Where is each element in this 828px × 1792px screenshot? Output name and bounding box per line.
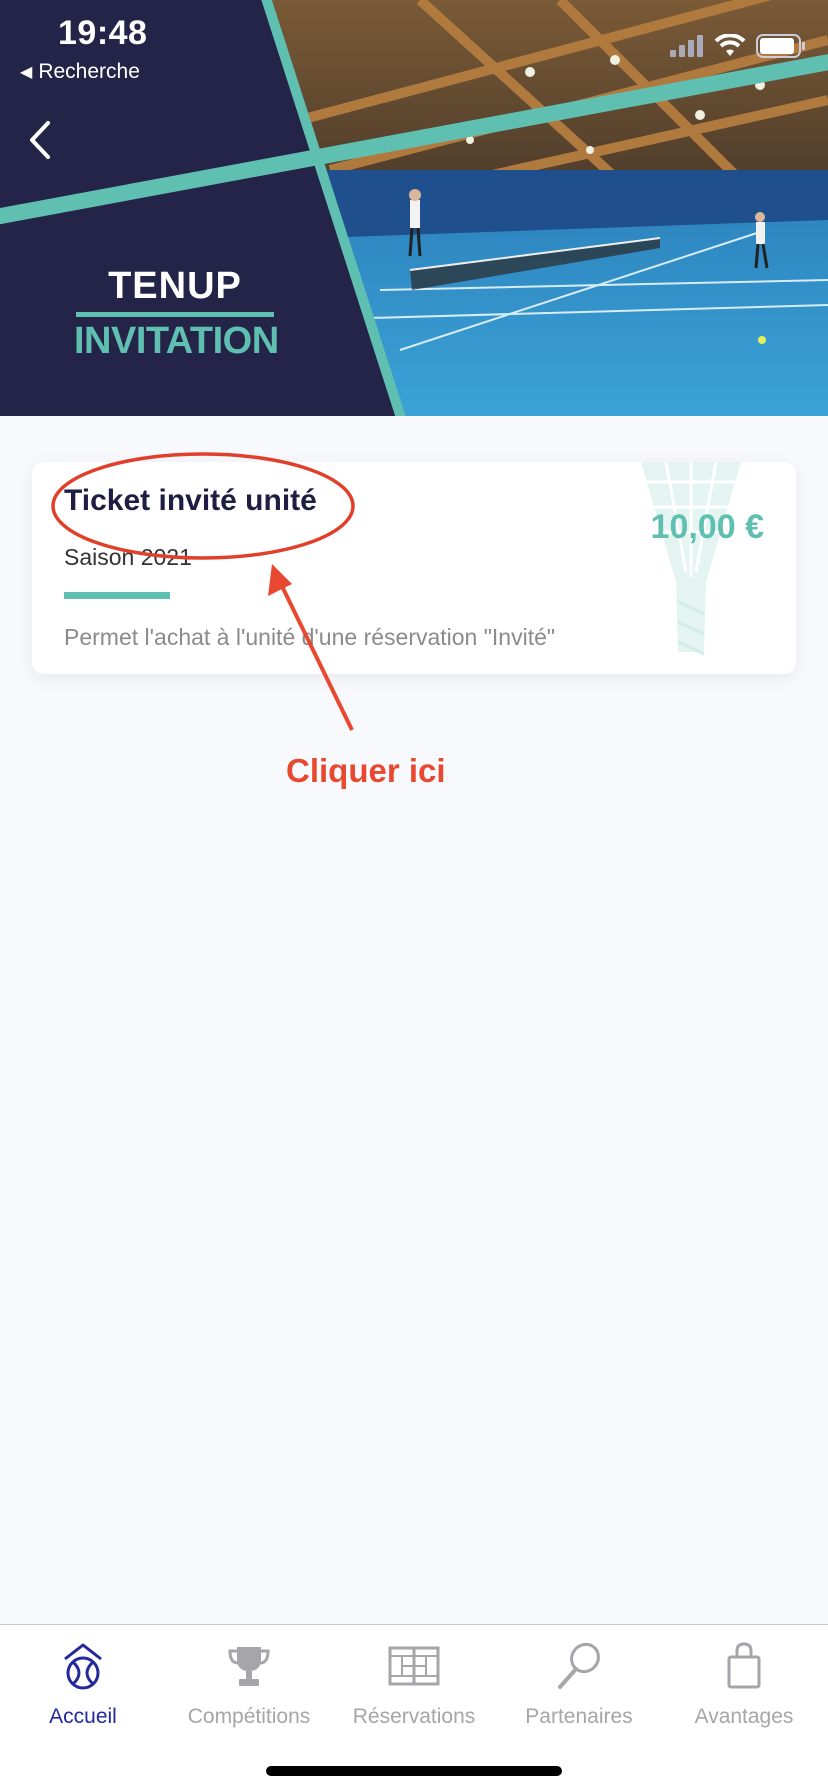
ticket-price: 10,00 € [650, 508, 764, 546]
tab-reservations[interactable]: Réservations [331, 1639, 497, 1739]
tab-partenaires[interactable]: Partenaires [496, 1639, 662, 1739]
racket-icon [558, 1642, 600, 1689]
status-back-label: Recherche [38, 60, 140, 83]
racket-watermark-icon [641, 462, 741, 656]
annotation-label: Cliquer ici [286, 752, 446, 789]
court-grid-icon [388, 1646, 440, 1686]
tenup-invitation-logo: TENUP INVITATION [74, 265, 279, 362]
logo-divider [76, 312, 274, 317]
signal-icon [670, 35, 703, 57]
ticket-card[interactable]: Ticket invité unité Saison 2021 Permet l… [32, 462, 796, 674]
trophy-icon [228, 1647, 270, 1686]
tab-accueil-label: Accueil [49, 1705, 117, 1728]
tab-accueil[interactable]: Accueil [0, 1639, 166, 1739]
card-accent-line [64, 592, 170, 599]
battery-icon [756, 34, 805, 58]
status-back-to-app[interactable]: ◀ Recherche [20, 60, 140, 84]
ticket-season: Saison 2021 [64, 544, 192, 570]
shopping-bag-icon [727, 1642, 761, 1689]
wifi-icon [714, 34, 746, 56]
chevron-left-icon [30, 121, 50, 159]
logo-tenup-text: TENUP [108, 265, 242, 307]
tab-avantages[interactable]: Avantages [661, 1639, 827, 1739]
tab-competitions-label: Compétitions [187, 1705, 311, 1728]
header-banner: 19:48 ◀ Recherche TENUP INVITATION [0, 0, 828, 416]
ticket-description: Permet l'achat à l'unité d'une réservati… [64, 624, 556, 650]
tennis-ball-home-icon [64, 1643, 102, 1690]
home-indicator[interactable] [266, 1766, 562, 1776]
tab-partenaires-label: Partenaires [525, 1705, 633, 1728]
tab-competitions[interactable]: Compétitions [166, 1639, 332, 1739]
tab-avantages-label: Avantages [694, 1705, 794, 1728]
tab-reservations-label: Réservations [352, 1705, 476, 1728]
status-icons [670, 34, 806, 58]
status-time: 19:48 [58, 14, 148, 52]
back-button[interactable] [18, 115, 62, 165]
ticket-title: Ticket invité unité [64, 484, 317, 517]
logo-invitation-text: INVITATION [74, 320, 279, 362]
back-triangle-icon: ◀ [20, 64, 33, 81]
